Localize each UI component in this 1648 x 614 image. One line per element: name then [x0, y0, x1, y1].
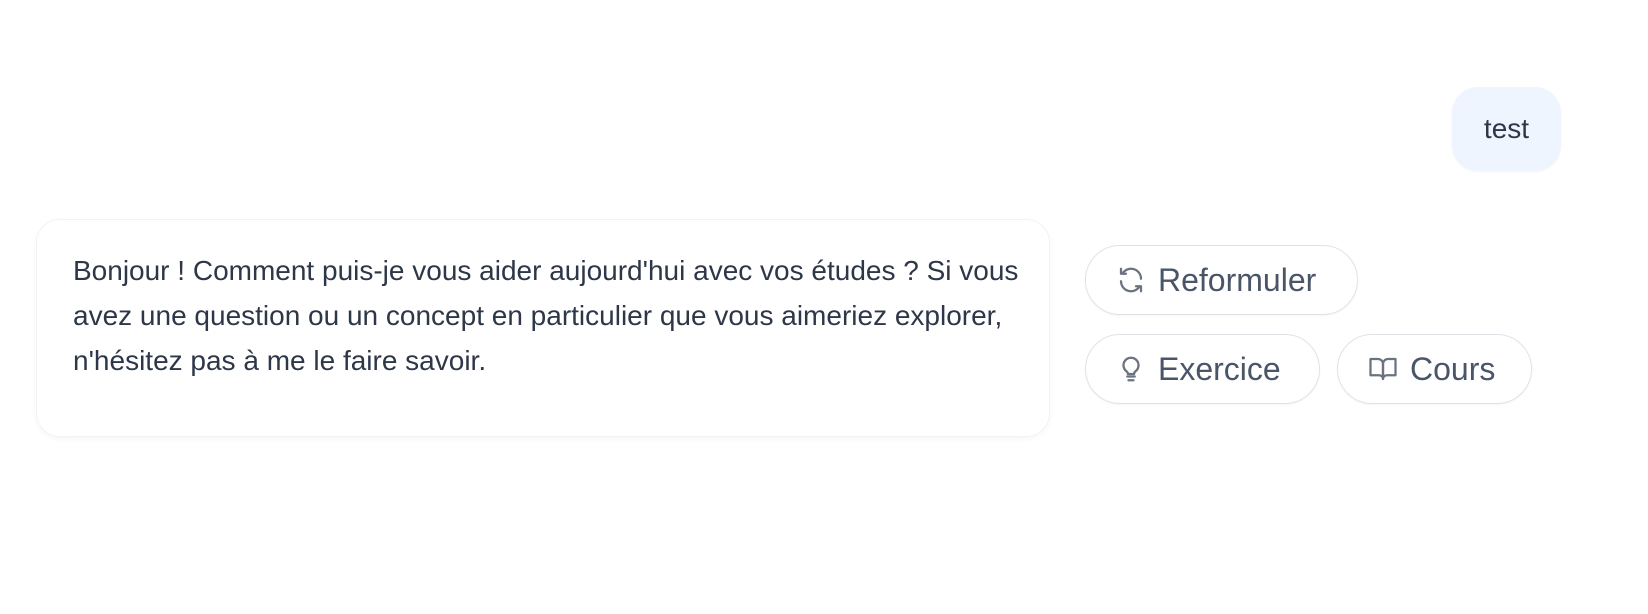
assistant-message-text: Bonjour ! Comment puis-je vous aider auj…: [73, 255, 1019, 376]
exercice-button[interactable]: Exercice: [1085, 334, 1320, 404]
cours-label: Cours: [1410, 350, 1496, 387]
reformuler-button[interactable]: Reformuler: [1085, 245, 1358, 315]
book-open-icon: [1368, 354, 1398, 384]
cours-button[interactable]: Cours: [1337, 334, 1532, 404]
refresh-icon: [1116, 265, 1146, 295]
lightbulb-icon: [1116, 354, 1146, 384]
reformuler-label: Reformuler: [1158, 261, 1317, 298]
assistant-message-card: Bonjour ! Comment puis-je vous aider auj…: [36, 219, 1050, 437]
user-message-text: test: [1483, 113, 1530, 144]
user-message-bubble: test: [1452, 87, 1561, 171]
exercice-label: Exercice: [1158, 350, 1281, 387]
chat-area: test Bonjour ! Comment puis-je vous aide…: [0, 0, 1648, 614]
